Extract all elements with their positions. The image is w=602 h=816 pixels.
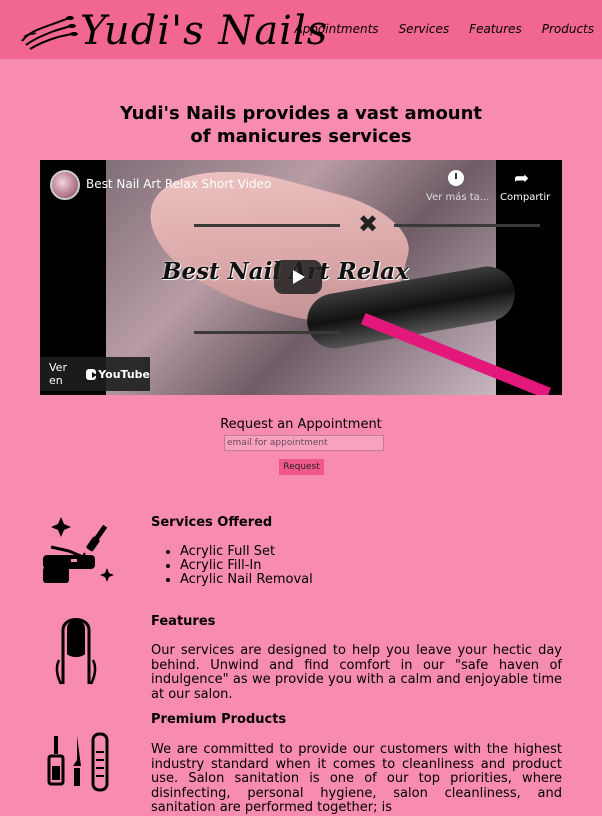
hero-title-line-1: Yudi's Nails provides a vast amount: [119, 103, 483, 124]
x-mark-icon: ✖: [358, 210, 379, 238]
products-text: We are committed to provide our customer…: [151, 742, 562, 815]
divider-line: [194, 224, 340, 227]
main-nav: Appointments Services Features Products: [294, 22, 594, 36]
manicure-hand-icon: [21, 16, 78, 50]
features-text: Our services are designed to help you le…: [151, 643, 562, 702]
features-heading: Features: [151, 614, 216, 629]
list-item: Acrylic Fill-In: [180, 559, 313, 573]
clock-icon[interactable]: [448, 170, 464, 186]
youtube-logo-icon: [85, 368, 98, 380]
play-button[interactable]: [274, 260, 322, 294]
site-header: Yudi's Nails Appointments Services Featu…: [0, 0, 602, 59]
fingernail-icon: [55, 618, 97, 685]
nav-features[interactable]: Features: [469, 22, 522, 36]
request-button[interactable]: Request: [279, 459, 324, 475]
share-label[interactable]: Compartir: [500, 192, 550, 203]
hero-title: Yudi's Nails provides a vast amount of m…: [0, 102, 602, 148]
youtube-wordmark: YouTube: [98, 367, 150, 381]
nav-products[interactable]: Products: [542, 22, 594, 36]
watch-on-youtube-button[interactable]: Ver en YouTube: [40, 357, 150, 391]
watch-on-label: Ver en: [49, 361, 67, 387]
nail-products-icon: [47, 732, 109, 792]
video-title[interactable]: Best Nail Art Relax Short Video: [86, 177, 271, 191]
share-icon[interactable]: ➦: [514, 168, 529, 189]
products-heading: Premium Products: [151, 712, 287, 727]
channel-avatar[interactable]: [50, 170, 80, 200]
watch-later-label[interactable]: Ver más ta...: [426, 192, 489, 203]
nav-services[interactable]: Services: [399, 22, 450, 36]
logo-text: Yudi's Nails: [80, 8, 329, 54]
list-item: Acrylic Nail Removal: [180, 573, 313, 587]
logo[interactable]: Yudi's Nails: [20, 6, 328, 56]
divider-line: [194, 331, 340, 334]
services-list: Acrylic Full Set Acrylic Fill-In Acrylic…: [160, 545, 313, 587]
services-heading: Services Offered: [151, 515, 273, 530]
video-player[interactable]: ✖ Best Nail Art Relax Best Nail Art Rela…: [40, 160, 562, 395]
nail-polish-hand-icon: [43, 517, 114, 583]
hero-title-line-2: of manicures services: [190, 126, 412, 147]
appointment-label: Request an Appointment: [220, 417, 382, 432]
email-field[interactable]: [224, 435, 384, 451]
list-item: Acrylic Full Set: [180, 545, 313, 559]
divider-line: [394, 224, 540, 227]
nav-appointments[interactable]: Appointments: [294, 22, 378, 36]
